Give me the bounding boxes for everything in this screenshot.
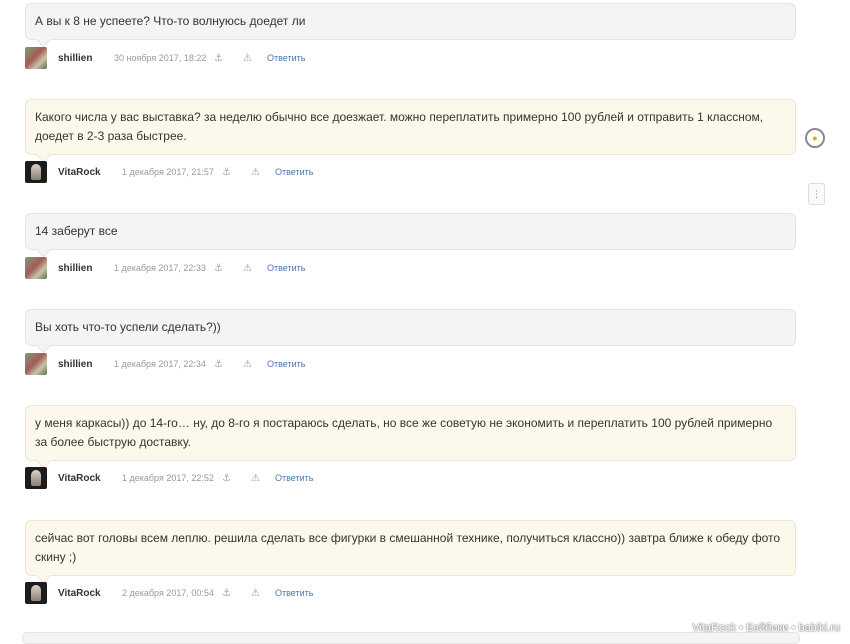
reply-link[interactable]: Ответить xyxy=(275,473,313,483)
scroll-handle-icon[interactable]: ⋮ xyxy=(808,183,825,205)
author-name[interactable]: shillien xyxy=(58,53,114,64)
bubble-tail xyxy=(35,146,52,163)
warning-icon[interactable]: ⚠ xyxy=(243,263,267,274)
anchor-icon[interactable]: ⚓ xyxy=(222,167,251,178)
comment-meta: VitaRock 1 декабря 2017, 21:57 ⚓ ⚠ Ответ… xyxy=(25,161,313,183)
reply-link[interactable]: Ответить xyxy=(267,263,305,273)
comment-date: 1 декабря 2017, 22:34 xyxy=(114,359,206,369)
comment-bubble: у меня каркасы)) до 14-го… ну, до 8-го я… xyxy=(25,405,796,469)
next-comment-bubble xyxy=(22,632,800,644)
warning-icon[interactable]: ⚠ xyxy=(251,588,275,599)
comment-text: А вы к 8 не успеете? Что-то волнуюсь дое… xyxy=(35,14,306,28)
author-name[interactable]: VitaRock xyxy=(58,167,122,178)
author-name[interactable]: shillien xyxy=(58,359,114,370)
comment-date: 1 декабря 2017, 21:57 xyxy=(122,167,214,177)
avatar[interactable] xyxy=(25,47,47,69)
comment-bubble: сейчас вот головы всем леплю. решила сде… xyxy=(25,520,796,584)
anchor-icon[interactable]: ⚓ xyxy=(214,53,243,64)
warning-icon[interactable]: ⚠ xyxy=(251,167,275,178)
warning-icon[interactable]: ⚠ xyxy=(251,473,275,484)
bubble-tail xyxy=(35,337,52,354)
comment-date: 2 декабря 2017, 00:54 xyxy=(122,588,214,598)
comment-bubble: А вы к 8 не успеете? Что-то волнуюсь дое… xyxy=(25,3,796,48)
avatar[interactable] xyxy=(25,353,47,375)
author-name[interactable]: VitaRock xyxy=(58,473,122,484)
comment-text: Вы хоть что-то успели сделать?)) xyxy=(35,320,221,334)
anchor-icon[interactable]: ⚓ xyxy=(214,359,243,370)
comment-meta: shillien 1 декабря 2017, 22:33 ⚓ ⚠ Ответ… xyxy=(25,257,305,279)
avatar[interactable] xyxy=(25,257,47,279)
comment-meta: shillien 30 ноября 2017, 18:22 ⚓ ⚠ Ответ… xyxy=(25,47,305,69)
refresh-icon[interactable]: ● xyxy=(805,128,825,148)
author-name[interactable]: VitaRock xyxy=(58,588,122,599)
comment-meta: VitaRock 2 декабря 2017, 00:54 ⚓ ⚠ Ответ… xyxy=(25,582,313,604)
comment-meta: VitaRock 1 декабря 2017, 22:52 ⚓ ⚠ Ответ… xyxy=(25,467,313,489)
bubble-tail xyxy=(35,241,52,258)
author-name[interactable]: shillien xyxy=(58,263,114,274)
comment-bubble: Какого числа у вас выставка? за неделю о… xyxy=(25,99,796,163)
anchor-icon[interactable]: ⚓ xyxy=(222,473,251,484)
reply-link[interactable]: Ответить xyxy=(267,53,305,63)
avatar[interactable] xyxy=(25,161,47,183)
comment-text: сейчас вот головы всем леплю. решила сде… xyxy=(35,531,781,564)
anchor-icon[interactable]: ⚓ xyxy=(214,263,243,274)
avatar[interactable] xyxy=(25,467,47,489)
comment-text: у меня каркасы)) до 14-го… ну, до 8-го я… xyxy=(35,416,773,449)
bubble-tail xyxy=(35,31,52,48)
bubble-tail xyxy=(35,567,52,584)
comment-text: 14 заберут все xyxy=(35,224,118,238)
warning-icon[interactable]: ⚠ xyxy=(243,53,267,64)
comment-meta: shillien 1 декабря 2017, 22:34 ⚓ ⚠ Ответ… xyxy=(25,353,305,375)
bubble-tail xyxy=(35,452,52,469)
watermark: VitaRock • Бэйбики • babiki.ru xyxy=(692,622,840,634)
reply-link[interactable]: Ответить xyxy=(267,359,305,369)
reply-link[interactable]: Ответить xyxy=(275,588,313,598)
anchor-icon[interactable]: ⚓ xyxy=(222,588,251,599)
comment-date: 30 ноября 2017, 18:22 xyxy=(114,53,207,63)
comment-text: Какого числа у вас выставка? за неделю о… xyxy=(35,110,764,143)
warning-icon[interactable]: ⚠ xyxy=(243,359,267,370)
avatar[interactable] xyxy=(25,582,47,604)
reply-link[interactable]: Ответить xyxy=(275,167,313,177)
comment-date: 1 декабря 2017, 22:52 xyxy=(122,473,214,483)
comment-date: 1 декабря 2017, 22:33 xyxy=(114,263,206,273)
comment-bubble: Вы хоть что-то успели сделать?)) xyxy=(25,309,796,354)
comment-bubble: 14 заберут все xyxy=(25,213,796,258)
